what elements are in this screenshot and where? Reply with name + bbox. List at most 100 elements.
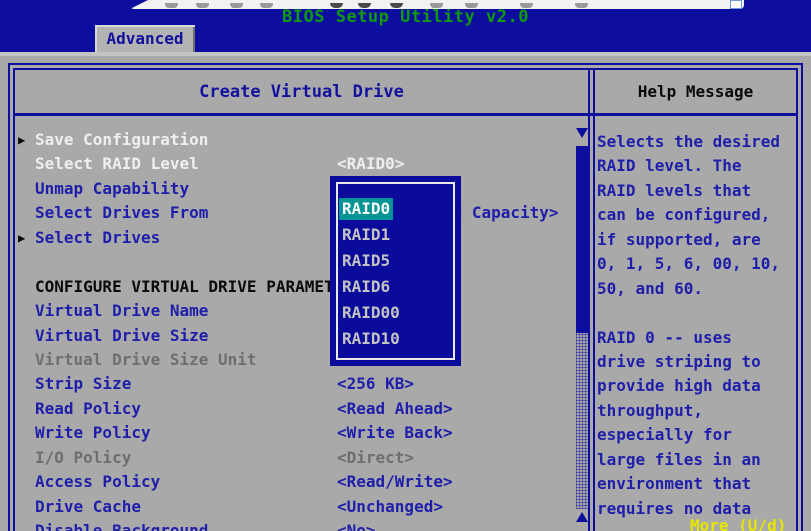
- item-value: <256 KB>: [337, 372, 414, 396]
- item-value: <Read Ahead>: [337, 397, 453, 421]
- help-line: [597, 301, 796, 325]
- dropdown-options: RAID0 RAID1 RAID5 RAID6 RAID00 RAID10: [342, 198, 451, 354]
- list-item[interactable]: I/O Policy <Direct>: [15, 446, 574, 470]
- help-line: especially for: [597, 423, 796, 447]
- item-label: Virtual Drive Size: [35, 326, 208, 345]
- list-item[interactable]: ▶ Save Configuration: [15, 128, 574, 152]
- settings-panel: ▶ Save Configuration Select RAID Level <RAI…: [15, 116, 595, 531]
- item-label: Select Drives: [35, 228, 160, 247]
- item-label: Select RAID Level: [35, 154, 199, 173]
- list-item[interactable]: Read Policy <Read Ahead>: [15, 397, 574, 421]
- dropdown-option[interactable]: RAID00: [342, 302, 451, 328]
- toolbar-icon-fragment: [430, 3, 443, 8]
- help-line: Selects the desired: [597, 130, 796, 154]
- list-item[interactable]: Access Policy <Read/Write>: [15, 470, 574, 494]
- help-line: throughput,: [597, 399, 796, 423]
- help-line: if supported, are: [597, 228, 796, 252]
- item-label: Virtual Drive Name: [35, 301, 208, 320]
- toolbar-icon-fragment: [330, 3, 343, 8]
- help-panel: Selects the desiredRAID level. TheRAID l…: [595, 116, 796, 531]
- dropdown-option[interactable]: RAID5: [342, 250, 451, 276]
- toolbar-icon-fragment: [465, 3, 478, 8]
- toolbar-icon-fragment: [196, 3, 209, 8]
- item-value: <No>: [337, 519, 376, 531]
- item-label: Select Drives From: [35, 203, 208, 222]
- list-item[interactable]: Virtual Drive Size Unit: [15, 348, 574, 372]
- item-label: CONFIGURE VIRTUAL DRIVE PARAMETERS:: [35, 277, 372, 296]
- list-item[interactable]: ▶ Select Drives: [15, 226, 574, 250]
- scroll-down-icon[interactable]: [576, 128, 588, 138]
- dropdown-option-label: RAID5: [339, 250, 393, 272]
- scrollbar-track[interactable]: [576, 333, 588, 509]
- more-indicator: More (U/d): [690, 516, 786, 531]
- tab-bar-edge: [0, 52, 811, 56]
- toolbar-icon-fragment: [390, 3, 403, 8]
- list-item[interactable]: Drive Cache <Unchanged>: [15, 495, 574, 519]
- help-line: environment that: [597, 472, 796, 496]
- console-toolbar-fragment: [130, 0, 744, 9]
- item-label: Save Configuration: [35, 130, 208, 149]
- help-line: RAID level. The: [597, 154, 796, 178]
- bios-title: BIOS Setup Utility v2.0: [0, 7, 811, 27]
- item-label: I/O Policy: [35, 448, 131, 467]
- list-item[interactable]: Unmap Capability: [15, 177, 574, 201]
- help-line: RAID levels that: [597, 179, 796, 203]
- list-item[interactable]: Write Policy <Write Back>: [15, 421, 574, 445]
- scrollbar-thumb[interactable]: [576, 146, 588, 333]
- item-label: [35, 252, 45, 271]
- header-row: Create Virtual Drive Help Message: [15, 70, 796, 116]
- dropdown-option[interactable]: RAID10: [342, 328, 451, 354]
- toolbar-icon-fragment: [358, 3, 371, 8]
- item-label: Disable Background: [35, 521, 208, 531]
- toolbar-icon-fragment: [165, 3, 178, 8]
- settings-list: ▶ Save Configuration Select RAID Level <RAI…: [15, 128, 574, 531]
- dropdown-option[interactable]: RAID6: [342, 276, 451, 302]
- dropdown-option-label: RAID10: [339, 328, 403, 350]
- help-line: can be configured,: [597, 203, 796, 227]
- list-item[interactable]: [15, 250, 574, 274]
- toolbar-icon-fragment: [520, 3, 533, 8]
- item-value: <Unchanged>: [337, 495, 443, 519]
- item-label: Strip Size: [35, 374, 131, 393]
- dropdown-option-label: RAID00: [339, 302, 403, 324]
- item-value: <Direct>: [337, 446, 414, 470]
- list-item[interactable]: Select Drives From<Unconfigured Capacity…: [15, 201, 574, 225]
- help-line: 50, and 60.: [597, 277, 796, 301]
- help-text: Selects the desiredRAID level. TheRAID l…: [597, 130, 796, 521]
- raid-level-dropdown: RAID0 RAID1 RAID5 RAID6 RAID00 RAID10: [330, 176, 461, 366]
- tab-advanced[interactable]: Advanced: [95, 25, 195, 52]
- list-item[interactable]: Virtual Drive Size: [15, 324, 574, 348]
- dropdown-option[interactable]: RAID1: [342, 224, 451, 250]
- list-item[interactable]: Strip Size <256 KB>: [15, 372, 574, 396]
- help-line: large files in an: [597, 448, 796, 472]
- item-label: Drive Cache: [35, 497, 141, 516]
- submenu-arrow-icon: ▶: [18, 128, 25, 152]
- toolbar-checkbox-fragment: [730, 0, 742, 9]
- toolbar-icon-fragment: [260, 3, 273, 8]
- list-item[interactable]: Select RAID Level <RAID0>: [15, 152, 574, 176]
- page-title: Create Virtual Drive: [15, 70, 595, 113]
- item-value: <RAID0>: [337, 152, 404, 176]
- help-line: drive striping to: [597, 350, 796, 374]
- help-title: Help Message: [595, 70, 796, 113]
- list-item[interactable]: Disable Background <No>: [15, 519, 574, 531]
- scroll-up-icon[interactable]: [576, 512, 588, 522]
- item-label: Read Policy: [35, 399, 141, 418]
- bios-setup-screen: BIOS Setup Utility v2.0 Advanced Create …: [0, 0, 811, 531]
- list-item[interactable]: CONFIGURE VIRTUAL DRIVE PARAMETERS:: [15, 275, 574, 299]
- dropdown-option[interactable]: RAID0: [342, 198, 451, 224]
- dropdown-option-label: RAID1: [339, 224, 393, 246]
- item-value: <Read/Write>: [337, 470, 453, 494]
- list-item[interactable]: Virtual Drive Name: [15, 299, 574, 323]
- submenu-arrow-icon: ▶: [18, 226, 25, 250]
- toolbar-icon-fragment: [230, 3, 243, 8]
- item-label: Access Policy: [35, 472, 160, 491]
- help-line: provide high data: [597, 374, 796, 398]
- help-line: RAID 0 -- uses: [597, 326, 796, 350]
- item-value: <Write Back>: [337, 421, 453, 445]
- help-line: 0, 1, 5, 6, 00, 10,: [597, 252, 796, 276]
- item-label: Write Policy: [35, 423, 151, 442]
- dropdown-option-label: RAID6: [339, 276, 393, 298]
- dropdown-option-label: RAID0: [339, 198, 393, 220]
- item-label: Virtual Drive Size Unit: [35, 350, 257, 369]
